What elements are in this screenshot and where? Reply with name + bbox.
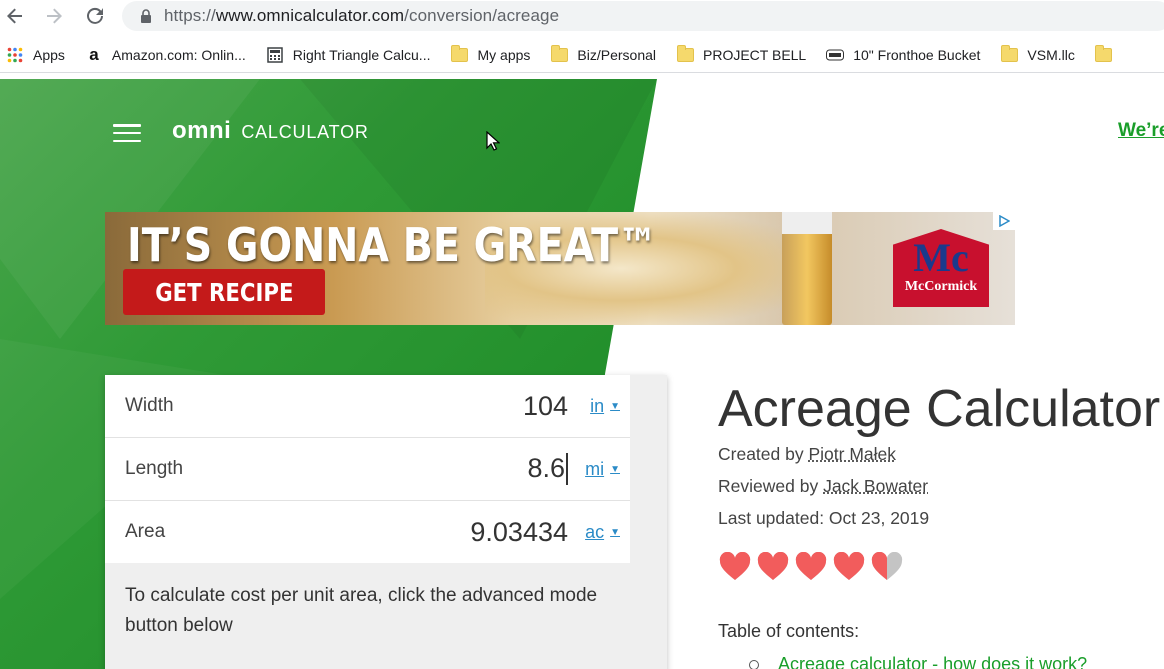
url-bar[interactable]: https://www.omnicalculator.com/conversio… [122,1,1164,31]
reload-icon [87,7,103,24]
toc-heading: Table of contents: [718,621,860,641]
bookmark-amazon[interactable]: a Amazon.com: Onlin... [85,45,246,64]
back-button[interactable] [2,3,28,29]
calculator-card: Width 104 in ▼ Length 8.6 mi ▼ Area 9.0343… [105,375,667,669]
logo-omni-text: omni [172,117,232,144]
reviewer-link[interactable]: Jack Bowater [823,476,928,496]
ad-headline: IT’S GONNA BE GREAT™ [127,218,658,272]
calculator-icon [266,47,284,63]
folder-icon [1000,45,1018,63]
ad-banner[interactable]: IT’S GONNA BE GREAT™ GET RECIPE Mc McCor… [105,212,1015,325]
bookmark-label: My apps [477,47,531,63]
length-row: Length 8.6 mi ▼ [105,438,630,501]
bookmark-label: Apps [33,47,65,63]
reviewed-by: Reviewed by Jack Bowater [718,476,928,497]
logo-calculator-text: CALCULATOR [241,122,369,142]
length-label: Length [125,458,184,479]
last-updated: Last updated: Oct 23, 2019 [718,508,930,528]
bookmark-apps[interactable]: Apps [6,47,65,63]
folder-icon [450,45,468,63]
length-input[interactable]: 8.6 [527,453,568,486]
created-by-prefix: Created by [718,444,804,464]
width-unit-select[interactable]: in ▼ [590,396,620,417]
toc-bullet-icon [749,660,759,669]
forward-button[interactable] [41,3,67,29]
page-title: Acreage Calculator [718,380,1161,438]
bookmark-overflow[interactable] [1095,45,1122,63]
menu-icon[interactable] [113,124,141,142]
ad-brand-text: McCormick [904,279,978,294]
created-by: Created by Piotr Małek [718,444,896,465]
calculator-fields: Width 104 in ▼ Length 8.6 mi ▼ Area 9.0343… [105,375,630,563]
bookmark-project-bell[interactable]: PROJECT BELL [676,45,807,63]
unit-label: ac [585,521,605,542]
width-label: Width [125,395,174,416]
omni-logo[interactable]: omni CALCULATOR [172,117,369,145]
bookmark-label: Biz/Personal [577,47,656,63]
caret-down-icon: ▼ [610,400,620,412]
arrow-right-icon [47,8,62,24]
bookmarks-bar: Apps a Amazon.com: Onlin... Right Triang… [0,38,1164,73]
bookmark-label: PROJECT BELL [703,47,807,63]
bookmark-my-apps[interactable]: My apps [450,45,531,63]
heart-icon[interactable] [832,552,866,582]
bookmark-vsm-llc[interactable]: VSM.llc [1000,45,1075,63]
caret-down-icon: ▼ [610,526,620,538]
ad-choices-icon[interactable] [993,212,1015,230]
arrow-left-icon [7,8,22,24]
bookmark-label: VSM.llc [1027,47,1075,63]
area-label: Area [125,521,166,542]
bookmark-fronthoe-bucket[interactable]: 10" Fronthoe Bucket [826,47,980,63]
width-input[interactable]: 104 [523,391,568,422]
width-row: Width 104 in ▼ [105,375,630,438]
lock-icon [140,9,152,23]
area-row: Area 9.03434 ac ▼ [105,501,630,563]
length-value: 8.6 [527,452,565,483]
calculator-note: To calculate cost per unit area, click t… [125,585,598,636]
bookmark-label: Right Triangle Calcu... [292,47,431,63]
unit-label: mi [585,458,605,479]
folder-icon [550,45,568,63]
text-caret [566,453,568,486]
site-icon [826,47,845,63]
heart-icon[interactable] [870,552,904,582]
url-text: https://www.omnicalculator.com/conversio… [164,6,560,25]
ad-brand-mark: Mc [913,235,969,280]
folder-icon [1095,45,1113,63]
ad-cta-label: GET RECIPE [154,277,294,307]
author-link[interactable]: Piotr Małek [808,444,896,464]
area-input[interactable]: 9.03434 [470,517,568,548]
mouse-cursor-icon [486,131,500,151]
bookmark-label: Amazon.com: Onlin... [111,47,246,63]
bookmark-right-triangle[interactable]: Right Triangle Calcu... [266,47,431,63]
page: omni CALCULATOR We’re IT’S GONNA BE GREA… [0,79,1164,669]
bookmark-label: 10" Fronthoe Bucket [853,47,981,63]
toc-item-how-it-works[interactable]: Acreage calculator - how does it work? [778,654,1087,669]
bookmark-biz-personal[interactable]: Biz/Personal [550,45,656,63]
reload-button[interactable] [82,3,108,29]
ad-seasoning-jar-cap [782,212,832,234]
area-unit-select[interactable]: ac ▼ [585,522,620,543]
caret-down-icon: ▼ [610,463,620,475]
heart-icon[interactable] [718,552,752,582]
top-nav-link[interactable]: We’re [1118,120,1164,142]
rating-hearts[interactable] [718,552,908,582]
heart-icon[interactable] [794,552,828,582]
heart-icon[interactable] [756,552,790,582]
length-unit-select[interactable]: mi ▼ [585,459,620,480]
browser-address-bar: https://www.omnicalculator.com/conversio… [0,0,1164,32]
apps-grid-icon [6,47,24,63]
ad-get-recipe-button[interactable]: GET RECIPE [123,269,325,315]
amazon-icon: a [89,45,99,64]
folder-icon [676,45,694,63]
unit-label: in [590,395,605,416]
reviewed-by-prefix: Reviewed by [718,476,819,496]
